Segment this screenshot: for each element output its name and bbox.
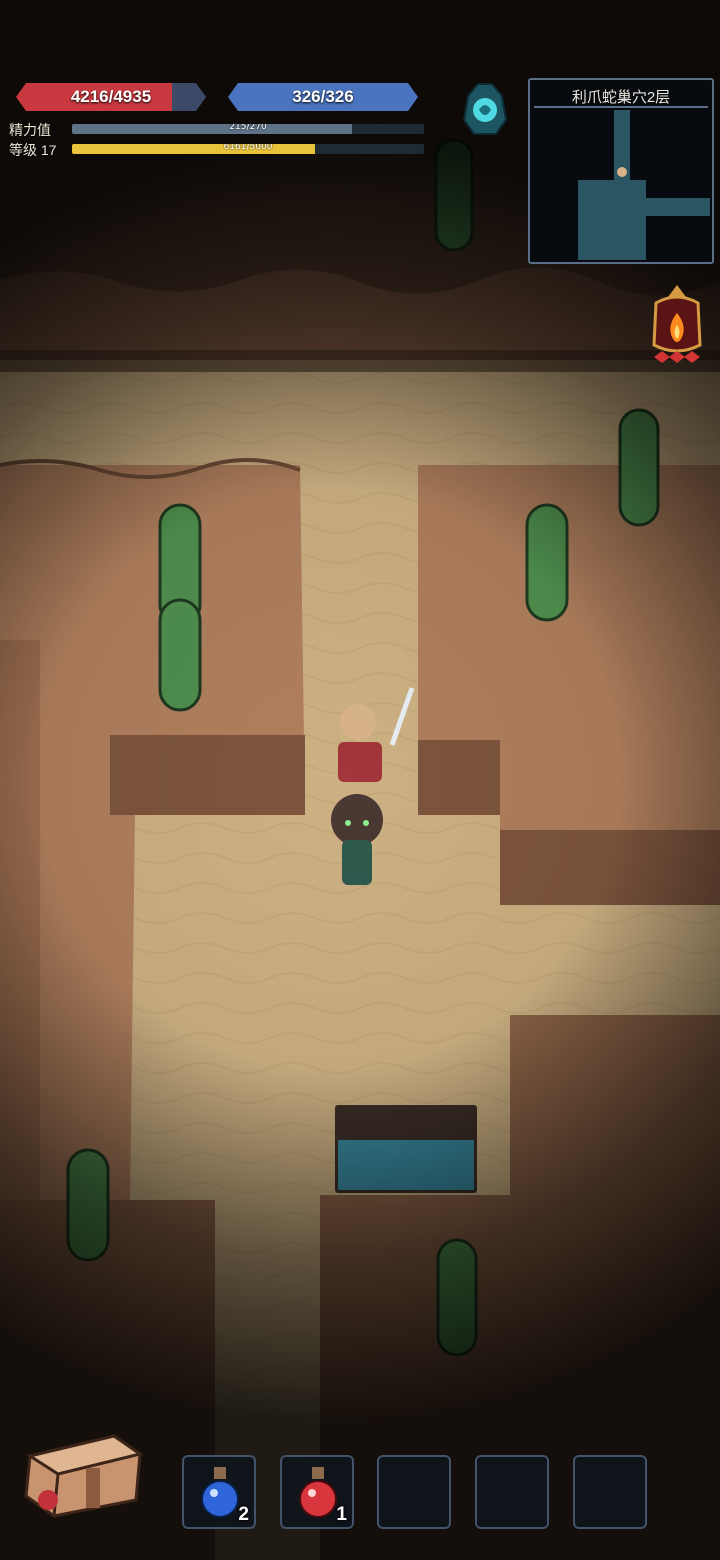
stamina-value: 215/270 [229,124,267,132]
portal-stone-icon[interactable] [458,80,512,138]
inventory-slot-2[interactable]: 1 [280,1455,354,1529]
slot-2-count: 1 [336,1504,347,1525]
inventory-slot-5[interactable] [573,1455,647,1529]
inventory-slot-1[interactable]: 2 [182,1455,256,1529]
stamina-label: 精力值 [9,122,51,138]
inventory-slot-4[interactable] [475,1455,549,1529]
mp-bar: 326/326 [228,83,418,111]
exp-value: 6161/5000 [223,144,273,152]
stamina-bar: 215/270 [72,124,424,134]
mp-value: 326/326 [292,87,354,106]
fire-lantern-icon[interactable] [646,283,708,367]
hp-bar: 4216/4935 [16,83,206,111]
exp-bar: 6161/5000 [72,144,424,154]
inventory-slot-3[interactable] [377,1455,451,1529]
red-potion-icon [299,1467,337,1518]
player-marker-icon [617,167,627,177]
backpack-icon[interactable] [18,1430,146,1518]
level-label: 等级 17 [9,142,57,158]
slot-1-count: 2 [238,1504,249,1525]
blue-potion-icon [201,1467,239,1518]
hp-value: 4216/4935 [70,87,152,106]
minimap[interactable]: 利爪蛇巢穴2层 [528,78,714,264]
